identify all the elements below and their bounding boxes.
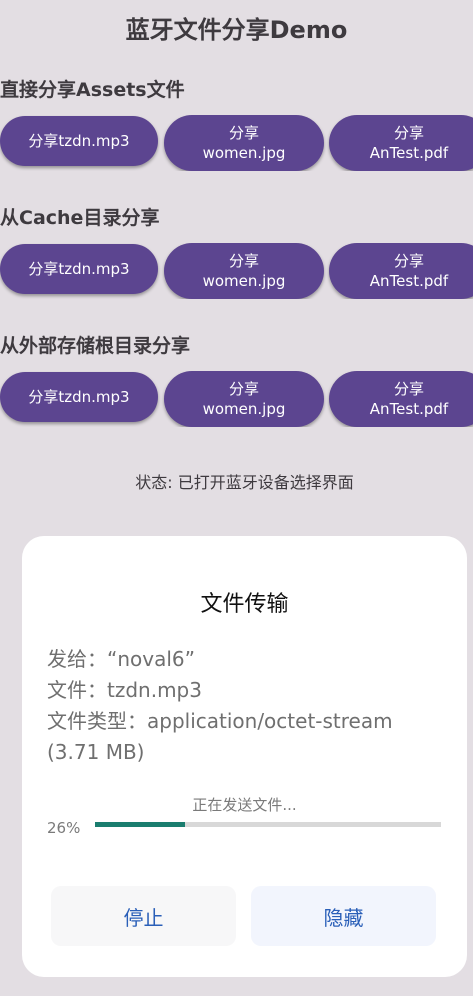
button-row-assets: 分享tzdn.mp3 分享 women.jpg 分享 AnTest.pdf — [0, 115, 473, 171]
button-label-filename: women.jpg — [202, 144, 286, 162]
status-text: 状态: 已打开蓝牙设备选择界面 — [135, 473, 354, 492]
section-title-external: 从外部存储根目录分享 — [0, 335, 191, 357]
share-mp3-button[interactable]: 分享tzdn.mp3 — [0, 244, 158, 294]
share-pdf-button[interactable]: 分享 AnTest.pdf — [329, 243, 473, 299]
recipient-text: 发给：“noval6” — [47, 647, 196, 671]
app-title: 蓝牙文件分享Demo — [125, 16, 348, 44]
stop-button[interactable]: 停止 — [51, 886, 236, 946]
hide-button-label: 隐藏 — [323, 905, 364, 930]
file-name-text: 文件：tzdn.mp3 — [47, 678, 202, 702]
button-label: 分享 — [393, 380, 424, 398]
button-label: 分享tzdn.mp3 — [28, 132, 130, 150]
button-label-filename: women.jpg — [202, 272, 286, 290]
share-mp3-button[interactable]: 分享tzdn.mp3 — [0, 372, 158, 422]
file-size-text: (3.71 MB) — [47, 740, 145, 764]
share-jpg-button[interactable]: 分享 women.jpg — [164, 243, 324, 299]
button-label: 分享 — [228, 124, 259, 142]
button-label: 分享tzdn.mp3 — [28, 388, 130, 406]
dialog-title: 文件传输 — [200, 592, 289, 617]
share-pdf-button[interactable]: 分享 AnTest.pdf — [329, 115, 473, 171]
share-mp3-button[interactable]: 分享tzdn.mp3 — [0, 116, 158, 166]
button-label-filename: women.jpg — [202, 400, 286, 418]
progress-label: 正在发送文件... — [192, 796, 297, 814]
section-title-assets: 直接分享Assets文件 — [0, 79, 185, 101]
file-type-text: 文件类型：application/octet-stream — [47, 709, 393, 733]
button-label: 分享 — [393, 124, 424, 142]
stop-button-label: 停止 — [123, 905, 164, 930]
button-label: 分享 — [228, 380, 259, 398]
button-label-filename: AnTest.pdf — [369, 272, 449, 290]
share-jpg-button[interactable]: 分享 women.jpg — [164, 115, 324, 171]
progress-bar-fill — [95, 822, 185, 827]
button-label: 分享tzdn.mp3 — [28, 260, 130, 278]
button-label: 分享 — [228, 252, 259, 270]
progress-bar — [95, 822, 441, 827]
progress-percent: 26% — [47, 819, 81, 837]
button-label-filename: AnTest.pdf — [369, 400, 449, 418]
section-title-cache: 从Cache目录分享 — [0, 207, 160, 229]
button-label-filename: AnTest.pdf — [369, 144, 449, 162]
file-transfer-dialog: 文件传输 发给：“noval6” 文件：tzdn.mp3 文件类型：applic… — [22, 536, 467, 977]
button-row-external: 分享tzdn.mp3 分享 women.jpg 分享 AnTest.pdf — [0, 371, 473, 427]
hide-button[interactable]: 隐藏 — [251, 886, 436, 946]
share-pdf-button[interactable]: 分享 AnTest.pdf — [329, 371, 473, 427]
share-jpg-button[interactable]: 分享 women.jpg — [164, 371, 324, 427]
button-row-cache: 分享tzdn.mp3 分享 women.jpg 分享 AnTest.pdf — [0, 243, 473, 299]
button-label: 分享 — [393, 252, 424, 270]
